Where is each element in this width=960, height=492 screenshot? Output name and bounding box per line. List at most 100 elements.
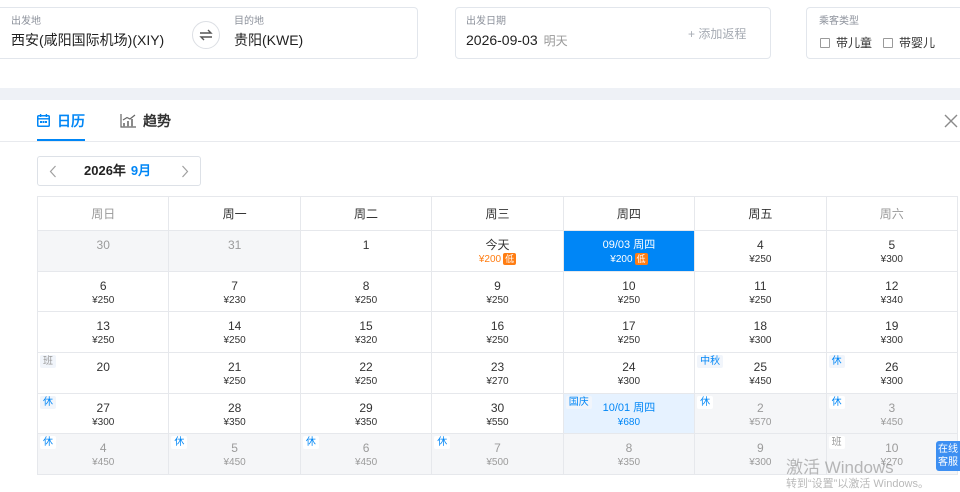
calendar-day-cell[interactable]: 休 3 ¥450 <box>826 393 958 435</box>
swap-arrows-icon <box>199 29 213 41</box>
calendar-day-cell[interactable]: 国庆 10/01 周四 ¥680 <box>563 393 696 435</box>
calendar-day-cell[interactable]: 8 ¥250 <box>300 271 433 313</box>
calendar-day-cell[interactable]: 13 ¥250 <box>38 312 170 353</box>
calendar-day-cell[interactable]: 休 5 ¥450 <box>169 434 301 475</box>
price-value: ¥270 <box>880 457 903 469</box>
calendar-day-cell[interactable]: 5 ¥300 <box>826 231 958 272</box>
month-picker: 2026年 9月 <box>37 156 201 186</box>
calendar-day-label: 5 <box>888 238 896 252</box>
calendar-day-cell[interactable]: 休 2 ¥570 <box>695 393 827 435</box>
calendar-day-price: ¥200 低 <box>564 253 694 266</box>
price-value: ¥250 <box>223 335 246 347</box>
price-value: ¥350 <box>223 416 246 428</box>
price-value: ¥250 <box>354 375 378 387</box>
calendar-day-cell[interactable]: 6 ¥250 <box>38 271 170 313</box>
calendar-day-label: 11 <box>754 278 767 293</box>
date-card: 出发日期 2026-09-03 明天 + 添加返程 <box>455 7 771 59</box>
departure-date-field[interactable]: 2026-09-03 明天 <box>466 31 568 50</box>
swap-cities-button[interactable] <box>192 21 220 49</box>
tab-calendar[interactable]: 日历 <box>37 100 85 141</box>
calendar-day-cell[interactable]: 休 6 ¥450 <box>300 434 433 475</box>
price-value: ¥450 <box>92 457 115 469</box>
calendar-day-label: 今天 <box>485 238 510 252</box>
weekday-header: 周六 <box>826 197 958 231</box>
calendar-day-cell[interactable]: 休 26 ¥300 <box>826 352 958 394</box>
calendar-day-cell[interactable]: 22 ¥250 <box>300 352 433 394</box>
calendar-day-price: ¥500 <box>432 456 562 469</box>
support-label-line-1: 在线 <box>938 444 958 455</box>
calendar-day-cell[interactable]: 12 ¥340 <box>826 271 958 313</box>
calendar-day-price: ¥250 <box>301 375 431 388</box>
calendar-day-label: 23 <box>490 359 505 374</box>
with-infant-option[interactable]: 带婴儿 <box>883 36 935 50</box>
price-value: ¥320 <box>354 335 378 347</box>
tab-trend[interactable]: 趋势 <box>120 100 171 141</box>
calendar-day-cell[interactable]: 休 7 ¥500 <box>432 434 564 475</box>
calendar-day-cell[interactable]: 9 ¥300 <box>695 434 827 475</box>
online-support-button[interactable]: 在线 客服 <box>936 441 960 471</box>
calendar-day-price: ¥250 <box>564 294 694 307</box>
calendar-day-cell[interactable]: 23 ¥270 <box>432 352 564 394</box>
calendar-day-price: ¥250 <box>38 334 168 347</box>
calendar-day-price: ¥450 <box>38 456 168 469</box>
calendar-day-cell[interactable]: 休 4 ¥450 <box>38 434 170 475</box>
calendar-day-price: ¥300 <box>827 334 957 347</box>
calendar-day-cell[interactable]: 16 ¥250 <box>432 312 564 353</box>
calendar-day-cell[interactable]: 17 ¥250 <box>563 312 696 353</box>
calendar-day-label: 31 <box>227 238 242 252</box>
price-value: ¥350 <box>354 416 378 428</box>
chevron-right-icon[interactable] <box>181 165 189 178</box>
calendar-day-cell[interactable]: 24 ¥300 <box>563 352 696 394</box>
calendar-day-cell[interactable]: 15 ¥320 <box>300 312 433 353</box>
calendar-day-cell[interactable]: 09/03 周四 ¥200 低 <box>563 231 696 272</box>
price-value: ¥250 <box>223 375 246 387</box>
holiday-tag: 中秋 <box>697 354 724 368</box>
chevron-left-icon[interactable] <box>49 165 57 178</box>
calendar-day-cell[interactable]: 21 ¥250 <box>169 352 301 394</box>
calendar-day-price: ¥250 <box>169 334 299 347</box>
low-price-calendar-panel: 日历 趋势 2026年 9月 周日 周一 周二 周三 周四 周五 周六 30 31 1 今天 ¥200 低… <box>0 100 960 492</box>
add-return-button[interactable]: + 添加返程 <box>688 27 746 41</box>
calendar-day-label: 9 <box>757 441 764 456</box>
calendar-day-price: ¥340 <box>827 294 957 307</box>
with-child-option[interactable]: 带儿童 <box>820 36 872 50</box>
to-city-field[interactable]: 贵阳(KWE) <box>234 31 303 49</box>
price-value: ¥340 <box>880 294 903 306</box>
calendar-icon <box>37 114 50 127</box>
passenger-type-label: 乘客类型 <box>819 16 859 27</box>
calendar-day-cell[interactable]: 29 ¥350 <box>300 393 433 435</box>
calendar-day-label: 9 <box>494 278 501 293</box>
calendar-day-cell[interactable]: 4 ¥250 <box>695 231 827 272</box>
price-value: ¥450 <box>880 416 903 428</box>
calendar-day-label: 6 <box>362 441 370 456</box>
calendar-day-price: ¥570 <box>695 416 825 429</box>
calendar-day-cell[interactable]: 中秋 25 ¥450 <box>695 352 827 394</box>
from-city-field[interactable]: 西安(咸阳国际机场)(XIY) <box>11 31 164 49</box>
calendar-day-price: ¥200 低 <box>432 253 562 266</box>
calendar-day-cell[interactable]: 休 27 ¥300 <box>38 393 170 435</box>
price-value: ¥550 <box>486 416 509 428</box>
calendar-day-price: ¥350 <box>301 416 431 429</box>
calendar-day-cell[interactable]: 今天 ¥200 低 <box>432 231 564 272</box>
calendar-day-cell[interactable]: 9 ¥250 <box>432 271 564 313</box>
close-icon[interactable] <box>944 114 958 128</box>
calendar-day-price: ¥550 <box>432 416 562 429</box>
with-child-checkbox[interactable] <box>820 38 830 48</box>
calendar-day-cell[interactable]: 8 ¥350 <box>563 434 696 475</box>
calendar-day-cell[interactable]: 18 ¥300 <box>695 312 827 353</box>
price-value: ¥450 <box>749 375 772 387</box>
calendar-day-cell[interactable]: 7 ¥230 <box>169 271 301 313</box>
calendar-day-cell[interactable]: 10 ¥250 <box>563 271 696 313</box>
calendar-day-label: 2 <box>757 400 764 415</box>
calendar-day-cell[interactable]: 28 ¥350 <box>169 393 301 435</box>
calendar-day-cell[interactable]: 11 ¥250 <box>695 271 827 313</box>
departure-date-label: 出发日期 <box>466 16 506 27</box>
calendar-day-cell[interactable]: 14 ¥250 <box>169 312 301 353</box>
calendar-day-cell[interactable]: 30 ¥550 <box>432 393 564 435</box>
price-value: ¥300 <box>749 457 772 469</box>
price-value: ¥250 <box>617 294 641 306</box>
price-value: ¥500 <box>486 457 509 469</box>
calendar-day-cell[interactable]: 19 ¥300 <box>826 312 958 353</box>
with-infant-checkbox[interactable] <box>883 38 894 48</box>
price-value: ¥250 <box>749 294 772 306</box>
